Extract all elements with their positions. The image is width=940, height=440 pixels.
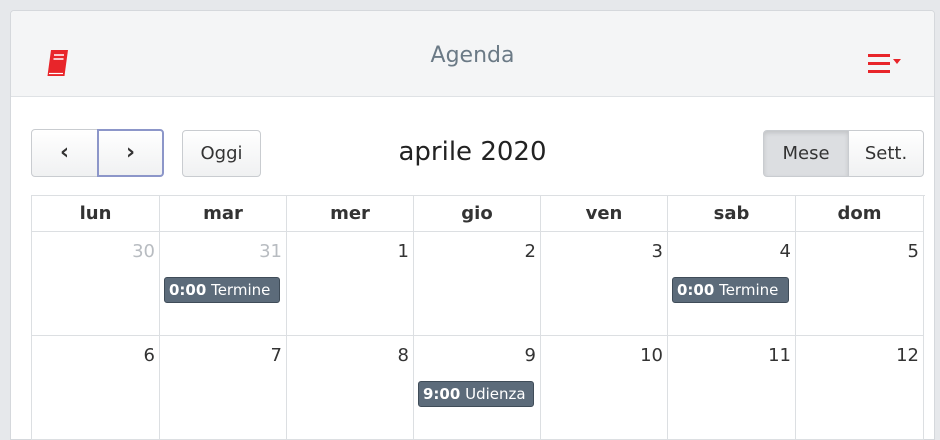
weekday-header: mer [287, 196, 414, 232]
day-cell[interactable]: 8 [287, 336, 414, 440]
calendar-event[interactable]: 0:00 Termine [672, 277, 789, 303]
day-cell[interactable]: 3 [541, 232, 668, 336]
event-time: 0:00 [677, 281, 715, 299]
event-time: 0:00 [169, 281, 207, 299]
weekday-header: mar [160, 196, 287, 232]
day-cell[interactable]: 2 [414, 232, 541, 336]
day-number[interactable]: 8 [398, 345, 409, 366]
day-cell[interactable]: 1 [287, 232, 414, 336]
day-number[interactable]: 5 [908, 241, 919, 262]
day-number[interactable]: 12 [896, 345, 919, 366]
week-view-button[interactable]: Sett. [848, 130, 924, 177]
weekday-header: dom [796, 196, 924, 232]
day-number[interactable]: 7 [271, 345, 282, 366]
day-cell[interactable]: 5 [796, 232, 924, 336]
event-title: Termine [211, 281, 271, 299]
day-cell[interactable]: 30 [32, 232, 160, 336]
calendar-event[interactable]: 0:00 Termine [164, 277, 280, 303]
event-title: Termine [719, 281, 779, 299]
day-number[interactable]: 30 [132, 241, 155, 262]
event-title: Udienza [465, 385, 526, 403]
day-cell[interactable]: 10 [541, 336, 668, 440]
day-cell[interactable]: 31 0:00 Termine [160, 232, 287, 336]
day-cell[interactable]: 11 [668, 336, 796, 440]
day-cell[interactable]: 4 0:00 Termine [668, 232, 796, 336]
page-title: Agenda [430, 43, 515, 68]
day-number[interactable]: 6 [144, 345, 155, 366]
day-number[interactable]: 4 [780, 241, 791, 262]
weekday-header: gio [414, 196, 541, 232]
calendar-event[interactable]: 9:00 Udienza [418, 381, 534, 407]
month-grid: lun mar mer gio ven sab dom 30 31 0:00 Termine 1 2… [31, 195, 925, 440]
week-row: 6 7 8 9 9:00 Udienza 10 11 12 [32, 336, 925, 440]
weekday-header: sab [668, 196, 796, 232]
day-number[interactable]: 9 [525, 345, 536, 366]
month-view-button[interactable]: Mese [763, 130, 849, 177]
day-number[interactable]: 31 [259, 241, 282, 262]
panel-header: Agenda [11, 11, 934, 97]
day-number[interactable]: 3 [652, 241, 663, 262]
day-cell[interactable]: 7 [160, 336, 287, 440]
agenda-panel: Agenda ‹ › Oggi aprile 2020 Mese Sett. l… [10, 10, 935, 440]
event-time: 9:00 [423, 385, 461, 403]
menu-dropdown-icon[interactable] [866, 51, 906, 77]
weekday-header: ven [541, 196, 668, 232]
day-number[interactable]: 10 [640, 345, 663, 366]
day-cell[interactable]: 6 [32, 336, 160, 440]
day-number[interactable]: 1 [398, 241, 409, 262]
day-number[interactable]: 11 [768, 345, 791, 366]
day-number[interactable]: 2 [525, 241, 536, 262]
weekday-header: lun [32, 196, 160, 232]
weekday-header-row: lun mar mer gio ven sab dom [32, 196, 925, 232]
day-cell[interactable]: 9 9:00 Udienza [414, 336, 541, 440]
week-row: 30 31 0:00 Termine 1 2 3 4 0:00 Termine 5 [32, 232, 925, 336]
day-cell[interactable]: 12 [796, 336, 924, 440]
